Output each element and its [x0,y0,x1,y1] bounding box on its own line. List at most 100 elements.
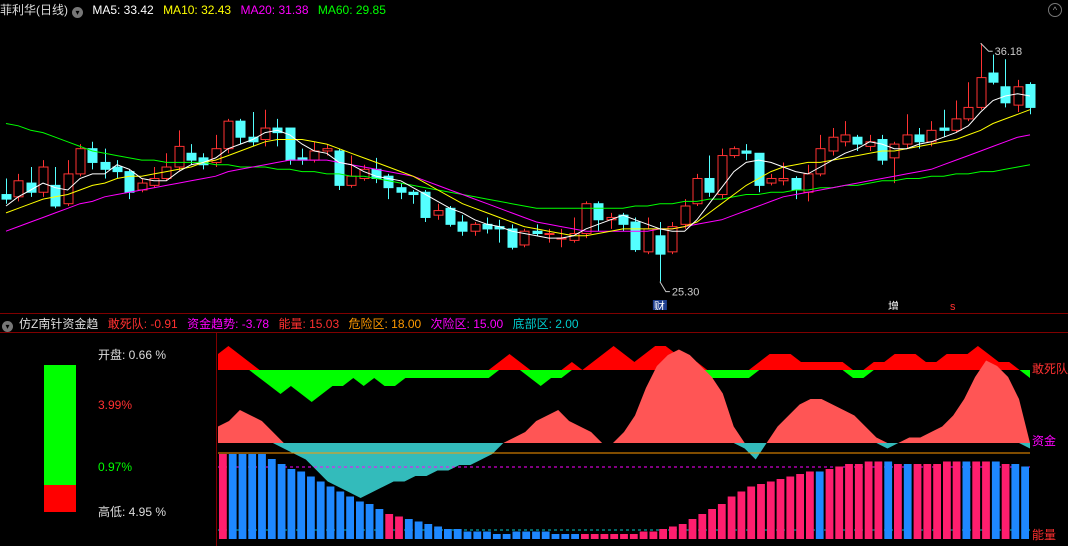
energy-bar [991,461,1000,539]
candle-down [852,136,863,145]
candle-down [445,207,456,225]
candle-down [630,221,641,251]
low-price-label: 25.30 [672,287,700,299]
candle-up [729,148,740,157]
energy-bar [639,531,648,539]
energy-bar [287,469,296,539]
energy-bar [346,496,354,539]
indicator-name[interactable]: 仿Z南针资金趋 [19,317,98,331]
energy-bar [972,461,981,539]
stock-name[interactable]: 菲利华(日线) [0,3,68,17]
candle-down [877,139,888,161]
energy-bar [258,454,266,539]
candle-up [544,233,555,236]
candle-up [346,175,357,186]
range-pct-label: 高低: 4.95 % [98,505,167,519]
dropdown-icon[interactable]: ▾ [72,7,83,18]
energy-bar [444,529,452,539]
energy-bar [385,514,394,539]
pct-top-label: 3.99% [98,398,133,412]
energy-bar [463,531,472,539]
candle-down [186,152,197,161]
energy-bar [669,526,677,539]
candle-down [741,150,752,154]
candle-down [396,187,407,193]
indicator-item: 敢死队: -0.91 [107,317,178,331]
panel-divider [0,313,1068,314]
energy-bar [248,454,257,539]
candle-down [334,150,345,186]
energy-bar [620,534,628,539]
energy-bar [1001,464,1010,539]
high-price-label: 36.18 [995,46,1023,58]
low-pointer [659,281,670,293]
candle-up [778,177,789,182]
energy-bar [267,459,276,539]
energy-bar [316,481,325,539]
candle-up [223,120,234,150]
indicator-item: 底部区: 2.00 [512,317,579,331]
candle-down [988,72,999,83]
candle-up [433,210,444,216]
candle-down [939,127,950,131]
energy-bar [659,529,667,539]
candle-down [593,203,604,221]
candle-up [902,134,913,145]
candle-up [643,228,654,253]
energy-bar [492,534,501,539]
candle-up [840,134,851,143]
ma-item: MA20: 31.38 [240,3,309,17]
energy-bar [561,534,570,539]
energy-bar [698,514,707,539]
energy-bar [610,534,619,539]
energy-bar [982,461,990,539]
energy-bar [541,531,550,539]
ma-item: MA5: 33.42 [92,3,154,17]
energy-bar [737,491,746,539]
energy-bar [708,509,716,539]
candle-up [963,106,974,120]
side-panel-divider [216,332,217,546]
energy-bar [336,491,345,539]
open-pct-label: 开盘: 0.66 % [98,348,167,362]
energy-bar [747,486,756,539]
candle-up [174,145,185,168]
candle-down [235,120,246,138]
dropdown-icon[interactable]: ▾ [2,321,13,332]
energy-bar [375,509,384,539]
gansi-negative-area [218,370,1030,402]
energy-bar [903,464,912,539]
energy-bar [835,466,844,539]
energy-bar [590,534,599,539]
energy-bar [884,461,893,539]
cai-marker: 财 [654,299,665,310]
energy-bar [1011,464,1020,539]
candle-down [754,152,765,186]
energy-bar [933,464,941,539]
energy-bar [307,476,315,539]
energy-bar [502,534,511,539]
candle-down [532,230,543,235]
candle-down [100,161,111,170]
energy-bar [717,504,726,539]
ma60-line [5,123,1031,209]
candle-down [1,194,12,200]
price-candlestick-chart[interactable]: 36.18 25.30 财 增 s [0,0,1068,310]
energy-bar [326,486,335,539]
energy-bar [943,461,951,539]
energy-bar [473,531,482,539]
candle-up [75,148,86,175]
candle-down [704,177,715,193]
energy-bar [913,464,922,539]
energy-bar [786,476,795,539]
energy-bar [404,519,413,539]
energy-bar [678,524,687,539]
energy-bar [845,464,853,539]
indicator-item: 能量: 15.03 [278,317,340,331]
candle-down [914,134,925,143]
energy-bar [815,471,824,539]
energy-bar [297,471,306,539]
energy-bar [894,464,902,539]
pct-mid-label: 0.97% [98,460,133,474]
collapse-icon[interactable]: ^ [1048,3,1062,17]
